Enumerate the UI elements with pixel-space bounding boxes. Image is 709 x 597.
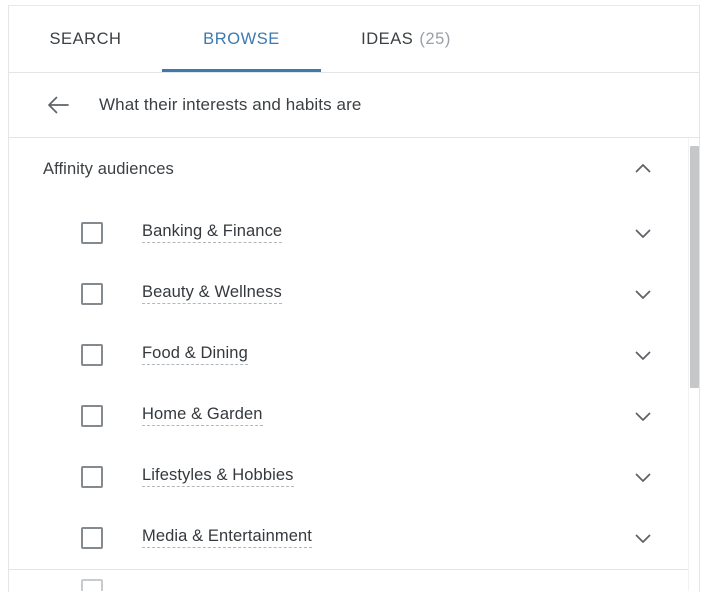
list-item-label[interactable]: Media & Entertainment bbox=[142, 527, 312, 549]
scrollbar-thumb[interactable] bbox=[690, 146, 699, 388]
group-title: Affinity audiences bbox=[43, 159, 174, 178]
checkbox-banking-finance[interactable] bbox=[81, 221, 103, 244]
tab-search[interactable]: SEARCH bbox=[9, 6, 162, 72]
list-item[interactable]: Home & Garden bbox=[9, 385, 699, 446]
chevron-up-icon[interactable] bbox=[631, 157, 655, 181]
audience-list-region: Affinity audiences Banking & Finance Bea… bbox=[9, 138, 699, 591]
tab-browse[interactable]: BROWSE bbox=[162, 6, 321, 72]
group-affinity-audiences[interactable]: Affinity audiences bbox=[9, 138, 699, 200]
checkbox-media-entertainment[interactable] bbox=[81, 526, 103, 549]
checkbox-lifestyles-hobbies[interactable] bbox=[81, 465, 103, 488]
list-item[interactable]: Food & Dining bbox=[9, 324, 699, 385]
list-item-label[interactable]: Lifestyles & Hobbies bbox=[142, 466, 294, 488]
tab-ideas-label: IDEAS bbox=[361, 29, 414, 48]
breadcrumb-bar: What their interests and habits are bbox=[9, 73, 699, 138]
list-item[interactable]: Banking & Finance bbox=[9, 202, 699, 263]
checkbox-beauty-wellness[interactable] bbox=[81, 282, 103, 305]
list-item-label[interactable]: Food & Dining bbox=[142, 344, 248, 366]
arrow-left-icon[interactable] bbox=[43, 89, 75, 121]
tab-bar: SEARCH BROWSE IDEAS (25) bbox=[9, 6, 699, 73]
tab-ideas-count: (25) bbox=[419, 29, 451, 48]
tab-search-label: SEARCH bbox=[49, 29, 122, 48]
chevron-down-icon[interactable] bbox=[631, 282, 655, 306]
audience-rows: Banking & Finance Beauty & Wellness Food… bbox=[9, 200, 699, 591]
tab-active-indicator bbox=[162, 69, 321, 72]
chevron-down-icon[interactable] bbox=[631, 465, 655, 489]
list-item-partial[interactable] bbox=[9, 570, 699, 591]
checkbox-home-garden[interactable] bbox=[81, 404, 103, 427]
chevron-down-icon[interactable] bbox=[631, 343, 655, 367]
tab-browse-label: BROWSE bbox=[203, 29, 280, 48]
vertical-scrollbar[interactable] bbox=[688, 138, 699, 591]
checkbox-food-dining[interactable] bbox=[81, 343, 103, 366]
list-item[interactable]: Lifestyles & Hobbies bbox=[9, 446, 699, 507]
tab-ideas[interactable]: IDEAS (25) bbox=[321, 6, 491, 72]
list-item[interactable]: Media & Entertainment bbox=[9, 507, 699, 568]
browse-panel: SEARCH BROWSE IDEAS (25) What their inte… bbox=[8, 5, 700, 592]
list-item[interactable]: Beauty & Wellness bbox=[9, 263, 699, 324]
chevron-down-icon[interactable] bbox=[631, 221, 655, 245]
list-item-label[interactable]: Beauty & Wellness bbox=[142, 283, 282, 305]
audience-scroll-area: Affinity audiences Banking & Finance Bea… bbox=[9, 138, 699, 591]
list-item-label[interactable]: Home & Garden bbox=[142, 405, 263, 427]
page-title: What their interests and habits are bbox=[99, 95, 362, 114]
chevron-down-icon[interactable] bbox=[631, 526, 655, 550]
checkbox-partial[interactable] bbox=[81, 579, 103, 591]
list-item-label[interactable]: Banking & Finance bbox=[142, 222, 283, 244]
chevron-down-icon[interactable] bbox=[631, 404, 655, 428]
